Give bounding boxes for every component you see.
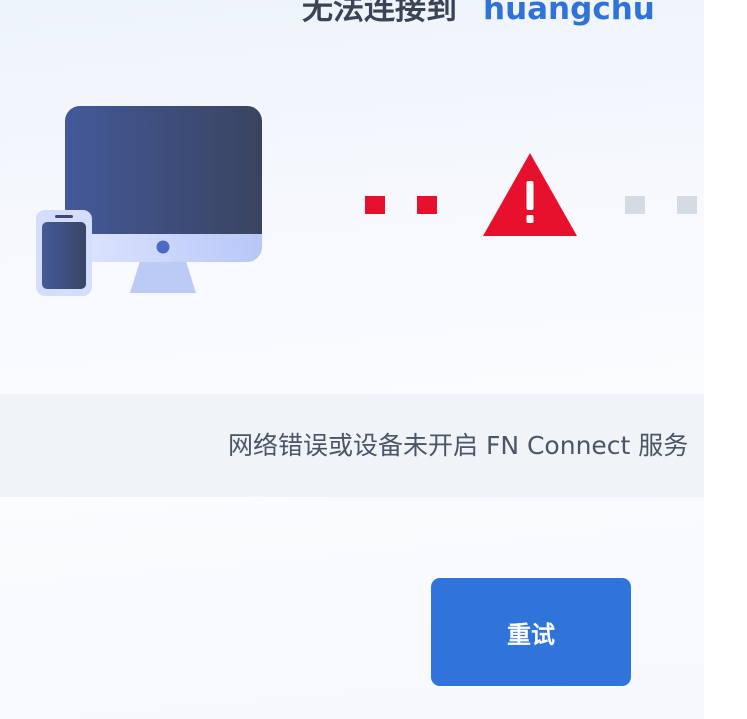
monitor-icon xyxy=(65,106,262,293)
window-edge xyxy=(704,0,747,719)
phone-icon xyxy=(36,210,92,296)
connection-error-view: 无法连接到 huangchu 网络错误或设备未开启 FN Connect 服务 … xyxy=(0,0,704,719)
error-message: 网络错误或设备未开启 FN Connect 服务 xyxy=(228,431,689,460)
warning-triangle-icon xyxy=(483,153,577,236)
retry-button[interactable]: 重试 xyxy=(431,578,631,686)
inactive-dots-right xyxy=(625,196,697,214)
connection-illustration xyxy=(36,106,697,296)
error-dots-left xyxy=(365,196,437,214)
